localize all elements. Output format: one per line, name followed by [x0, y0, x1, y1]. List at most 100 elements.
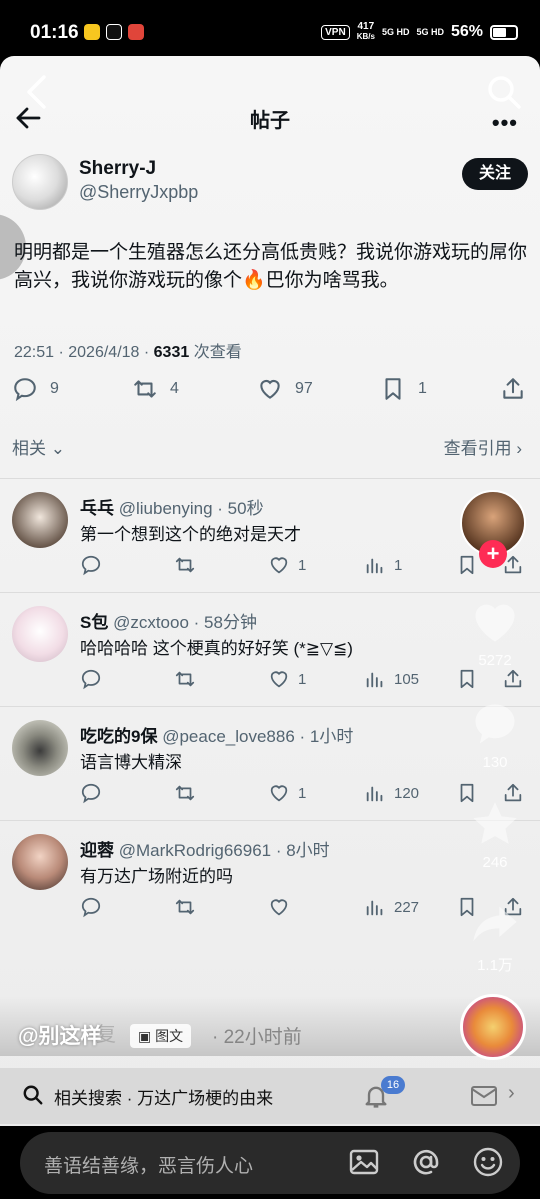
reply-repost-button[interactable]: [174, 896, 196, 918]
reply-like-button[interactable]: 1: [268, 554, 306, 576]
reply-views[interactable]: 227: [364, 896, 419, 918]
reply-meta: @MarkRodrig66961 · 8小时: [118, 841, 330, 860]
like-overlay-button[interactable]: 5272: [464, 596, 526, 669]
reply-like-count: 1: [298, 670, 307, 688]
overlay-share-count: 1.1万: [477, 957, 513, 974]
reply-item[interactable]: S包 @zcxtooo · 58分钟 哈哈哈哈 这个梗真的好好笑 (*≧▽≦) …: [0, 594, 540, 708]
analytics-icon: [366, 672, 383, 688]
reply-author[interactable]: 吃吃的9保: [80, 727, 157, 746]
reply-bookmark-button[interactable]: [456, 554, 478, 576]
reply-comment-button[interactable]: [80, 668, 102, 690]
follow-plus-button[interactable]: +: [479, 540, 507, 568]
mail-icon[interactable]: [470, 1084, 498, 1108]
reply-view-count: 120: [394, 784, 420, 802]
repost-icon: [175, 899, 195, 915]
avatar[interactable]: [12, 606, 68, 662]
share-button[interactable]: [500, 376, 526, 402]
reply-author[interactable]: 乓乓: [80, 499, 114, 518]
reply-comment-button[interactable]: [80, 782, 102, 804]
image-icon[interactable]: [348, 1146, 380, 1178]
divider: [0, 820, 540, 821]
repost-icon: [175, 671, 195, 687]
avatar[interactable]: [12, 834, 68, 890]
reply-view-count: 1: [394, 556, 403, 574]
vpn-indicator: VPN: [321, 24, 350, 40]
heart-icon: [270, 671, 288, 688]
reply-author[interactable]: S包: [80, 613, 108, 632]
reply-bookmark-button[interactable]: [456, 668, 478, 690]
reply-item[interactable]: 吃吃的9保 @peace_love886 · 1小时 语言博大精深 1 120: [0, 708, 540, 822]
reply-button[interactable]: 9: [12, 376, 59, 402]
reply-text: 语言博大精深: [80, 753, 182, 772]
reply-author[interactable]: 迎蓉: [80, 841, 114, 860]
caption-time: · 22小时前: [212, 1027, 302, 1048]
music-disc-icon[interactable]: [460, 994, 526, 1060]
network-speed: 417 KB/s: [357, 22, 375, 42]
avatar[interactable]: [12, 154, 68, 210]
reply-repost-button[interactable]: [174, 668, 196, 690]
reply-like-count: 1: [298, 556, 307, 574]
author-name[interactable]: Sherry-J: [79, 158, 156, 180]
avatar[interactable]: [12, 720, 68, 776]
speed-unit: KB/s: [356, 32, 375, 41]
app-frame: 帖子 ••• Sherry-J @SherryJxpbp 关注 明明都是一个生殖…: [0, 56, 540, 1199]
like-button[interactable]: 97: [257, 376, 313, 402]
reply-like-count: 1: [298, 784, 307, 802]
bookmark-icon: [385, 378, 401, 400]
reply-text: 有万达广场附近的吗: [80, 867, 233, 886]
share-icon: [504, 669, 522, 688]
analytics-icon: [366, 900, 383, 916]
reply-view-count: 227: [394, 898, 420, 916]
comment-icon: [475, 704, 515, 744]
heart-icon: [270, 785, 288, 802]
reply-like-button[interactable]: 1: [268, 782, 306, 804]
bookmark-icon: [460, 669, 474, 689]
status-right: VPN 417 KB/s 5G HD 5G HD 56%: [321, 22, 518, 42]
share-overlay-button[interactable]: 1.1万: [464, 898, 526, 975]
reply-repost-button[interactable]: [174, 782, 196, 804]
related-search-text[interactable]: 相关搜索 · 万达广场梗的由来: [54, 1084, 273, 1109]
reply-views[interactable]: 120: [364, 782, 419, 804]
chevron-right-icon[interactable]: ›: [508, 1082, 515, 1105]
reply-views[interactable]: 105: [364, 668, 419, 690]
reply-meta: @peace_love886 · 1小时: [162, 727, 354, 746]
view-quotes-link[interactable]: 查看引用 ›: [444, 434, 522, 459]
related-search-bar[interactable]: 相关搜索 · 万达广场梗的由来 16 ›: [0, 1068, 540, 1124]
view-quotes-label: 查看引用: [443, 439, 512, 458]
author-handle[interactable]: @SherryJxpbp: [79, 182, 198, 203]
bookmark-count: 1: [418, 380, 427, 397]
comment-overlay-button[interactable]: 130: [464, 698, 526, 771]
comment-input[interactable]: 善语结善缘，恶言伤人心: [44, 1151, 253, 1178]
favorite-overlay-button[interactable]: 246: [464, 798, 526, 871]
reply-icon: [14, 378, 36, 402]
reply-like-button[interactable]: [268, 896, 298, 918]
battery-percent: 56%: [450, 23, 483, 40]
reply-item[interactable]: 乓乓 @liubenying · 50秒 第一个想到这个的绝对是天才 1 1: [0, 480, 540, 594]
post-timestamp: 22:51 · 2026/4/18 ·: [14, 344, 154, 361]
post-type-badge: ▣ 图文: [130, 1024, 192, 1048]
more-options-icon[interactable]: •••: [492, 110, 518, 136]
reply-comment-button[interactable]: [80, 554, 102, 576]
follow-button[interactable]: 关注: [462, 158, 528, 190]
reply-share-button[interactable]: [502, 668, 524, 690]
repost-button[interactable]: 4: [132, 376, 179, 402]
reply-icon: [81, 783, 101, 804]
reply-comment-button[interactable]: [80, 896, 102, 918]
notification-icons: [84, 24, 144, 40]
caption-username[interactable]: @别这样: [18, 1020, 101, 1050]
reply-like-button[interactable]: 1: [268, 668, 306, 690]
reply-repost-button[interactable]: [174, 554, 196, 576]
star-icon: [473, 802, 517, 844]
related-filter[interactable]: 相关 ⌄: [12, 434, 65, 459]
mention-icon[interactable]: [410, 1146, 442, 1178]
repost-count: 4: [170, 380, 179, 397]
bookmark-button[interactable]: 1: [380, 376, 427, 402]
speed-value: 417: [357, 21, 375, 32]
avatar[interactable]: [12, 492, 68, 548]
comment-input-bar[interactable]: 善语结善缘，恶言伤人心: [20, 1132, 520, 1194]
post-author: Sherry-J @SherryJxpbp 关注: [12, 154, 528, 214]
post-header: 帖子 •••: [0, 96, 540, 140]
reply-views[interactable]: 1: [364, 554, 402, 576]
reply-item[interactable]: 迎蓉 @MarkRodrig66961 · 8小时 有万达广场附近的吗 227: [0, 822, 540, 936]
emoji-icon[interactable]: [472, 1146, 504, 1178]
